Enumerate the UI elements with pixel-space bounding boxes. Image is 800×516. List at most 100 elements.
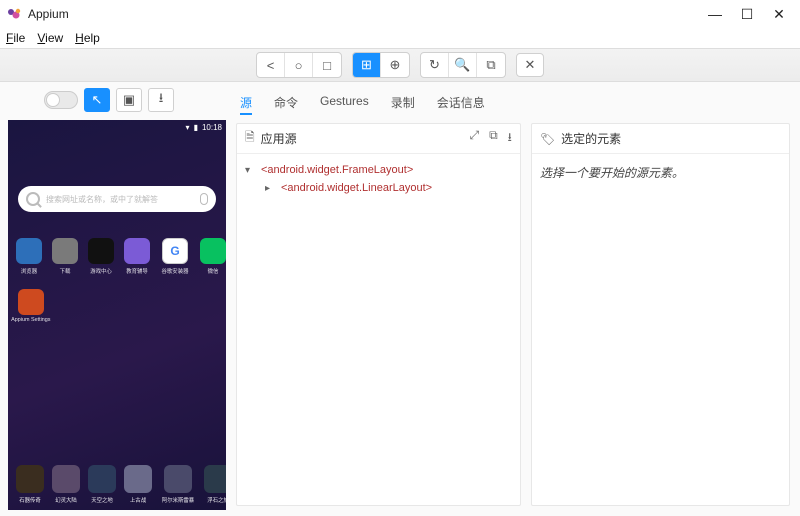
app-label: 浮石之旅: [207, 495, 226, 503]
selected-element-pane: 🏷 选定的元素 选择一个要开始的源元素。: [531, 123, 790, 506]
device-app: 游戏中心: [88, 238, 114, 275]
selected-pane-header: 🏷 选定的元素: [532, 124, 789, 154]
selected-placeholder: 选择一个要开始的源元素。: [540, 166, 684, 180]
expand-icon[interactable]: ⤢: [469, 128, 479, 149]
app-icon: [124, 465, 152, 493]
device-app: 石器传奇: [16, 465, 44, 504]
caret-right-icon[interactable]: ▸: [265, 183, 275, 194]
mjpeg-toggle[interactable]: [44, 91, 78, 109]
device-statusbar: ▾ ▮ 10:18: [8, 120, 226, 134]
screenshot-button[interactable]: ⧉: [477, 53, 505, 77]
app-icon: [16, 238, 42, 264]
refresh-button[interactable]: ↻: [421, 53, 449, 77]
device-app-row-1: 浏览器 下载 游戏中心 教育辅导 G 谷歌安装器 微信: [8, 238, 226, 275]
app-icon: [52, 465, 80, 493]
app-label: 微信: [208, 266, 219, 274]
app-label: 天空之地: [91, 495, 113, 503]
device-column: ↖ ▣ ⭳ ▾ ▮ 10:18 搜索网址或名称，或中了就解答 浏览器 下载 游戏中心…: [0, 82, 232, 516]
app-label: 教育辅导: [126, 266, 148, 274]
device-controls: ↖ ▣ ⭳: [8, 88, 226, 112]
tab-recorder[interactable]: 录制: [391, 92, 415, 115]
web-view-button[interactable]: ⊕: [381, 53, 409, 77]
app-label: Appium Settings: [11, 317, 50, 322]
app-icon: [164, 465, 192, 493]
app-icon: [52, 238, 78, 264]
tab-commands[interactable]: 命令: [274, 92, 298, 115]
content-area: ↖ ▣ ⭳ ▾ ▮ 10:18 搜索网址或名称，或中了就解答 浏览器 下载 游戏中心…: [0, 82, 800, 516]
app-icon: [88, 238, 114, 264]
file-icon: 🗎: [245, 128, 255, 149]
window-close-button[interactable]: ✕: [772, 7, 786, 21]
select-element-button[interactable]: ↖: [84, 88, 110, 112]
view-group: ⊞ ⊕: [352, 52, 410, 78]
device-app-row-2: Appium Settings: [8, 289, 226, 323]
tree-node-root[interactable]: ▾ <android.widget.FrameLayout>: [245, 164, 512, 176]
nav-group: < ○ □: [256, 52, 342, 78]
source-pane-title: 应用源: [261, 130, 297, 147]
app-icon: [88, 465, 116, 493]
device-app: 浮石之旅: [204, 465, 226, 504]
menubar: File View Help: [0, 28, 800, 48]
home-circle-button[interactable]: ○: [285, 53, 313, 77]
app-icon: G: [162, 238, 188, 264]
device-app: 教育辅导: [124, 238, 150, 275]
panes: 🗎 应用源 ⤢ ⧉ ⭳ ▾ <android.widget.FrameLayou…: [236, 123, 790, 506]
mic-icon: [200, 193, 208, 205]
app-icon: [18, 289, 44, 315]
selected-pane-title: 选定的元素: [561, 130, 621, 147]
device-screenshot[interactable]: ▾ ▮ 10:18 搜索网址或名称，或中了就解答 浏览器 下载 游戏中心 教育辅导 G谷…: [8, 120, 226, 510]
tag-icon: 🏷: [540, 132, 555, 146]
app-icon: [204, 465, 226, 493]
search-button[interactable]: 🔍: [449, 53, 477, 77]
signal-icon: ▮: [194, 123, 198, 132]
search-placeholder: 搜索网址或名称，或中了就解答: [46, 194, 158, 205]
tree-node-child[interactable]: ▸ <android.widget.LinearLayout>: [265, 182, 512, 194]
app-label: 浏览器: [21, 266, 37, 274]
download-screenshot-button[interactable]: ⭳: [148, 88, 174, 112]
tab-source[interactable]: 源: [240, 92, 252, 115]
tab-session[interactable]: 会话信息: [437, 92, 485, 115]
status-time: 10:18: [202, 123, 222, 132]
device-app: Appium Settings: [16, 289, 46, 323]
device-app: 幻灵大陆: [52, 465, 80, 504]
device-app: 阿尔米斯雷暴: [160, 465, 196, 504]
tree-node-label: <android.widget.LinearLayout>: [281, 182, 432, 194]
source-tree: ▾ <android.widget.FrameLayout> ▸ <androi…: [237, 154, 520, 505]
back-button[interactable]: <: [257, 53, 285, 77]
grid-view-button[interactable]: ⊞: [353, 53, 381, 77]
window-minimize-button[interactable]: —: [708, 7, 722, 21]
app-label: 下载: [60, 266, 71, 274]
source-pane: 🗎 应用源 ⤢ ⧉ ⭳ ▾ <android.widget.FrameLayou…: [236, 123, 521, 506]
search-icon: [26, 192, 40, 206]
menu-file[interactable]: File: [6, 31, 25, 45]
device-app: 下载: [52, 238, 78, 275]
device-app: G 谷歌安装器: [160, 238, 190, 275]
app-label: 上古战: [130, 495, 146, 503]
app-icon: [124, 238, 150, 264]
quit-session-button[interactable]: ✕: [516, 53, 544, 77]
device-search-bar: 搜索网址或名称，或中了就解答: [18, 186, 216, 212]
app-label: 游戏中心: [90, 266, 112, 274]
app-icon: [6, 6, 22, 22]
wifi-icon: ▾: [186, 123, 190, 132]
overview-square-button[interactable]: □: [313, 53, 341, 77]
app-icon: [16, 465, 44, 493]
device-dock: 石器传奇 幻灵大陆 天空之地 上古战 阿尔米斯雷暴浮石之旅: [8, 465, 226, 504]
download-icon[interactable]: ⭳: [508, 128, 512, 149]
app-label: 谷歌安装器: [162, 266, 189, 274]
tab-gestures[interactable]: Gestures: [320, 92, 369, 115]
device-app: 天空之地: [88, 465, 116, 504]
inspector-tabs: 源 命令 Gestures 录制 会话信息: [236, 86, 790, 123]
window-title: Appium: [28, 7, 69, 21]
caret-down-icon[interactable]: ▾: [245, 165, 255, 176]
app-label: 石器传奇: [19, 495, 41, 503]
window-maximize-button[interactable]: ☐: [740, 7, 754, 21]
device-app: 上古战: [124, 465, 152, 504]
device-app: 浏览器: [16, 238, 42, 275]
copy-icon[interactable]: ⧉: [489, 128, 498, 149]
tap-coordinates-button[interactable]: ▣: [116, 88, 142, 112]
menu-view[interactable]: View: [37, 31, 63, 45]
menu-help[interactable]: Help: [75, 31, 100, 45]
app-label: 幻灵大陆: [55, 495, 77, 503]
main-toolbar: < ○ □ ⊞ ⊕ ↻ 🔍 ⧉ ✕: [0, 48, 800, 82]
